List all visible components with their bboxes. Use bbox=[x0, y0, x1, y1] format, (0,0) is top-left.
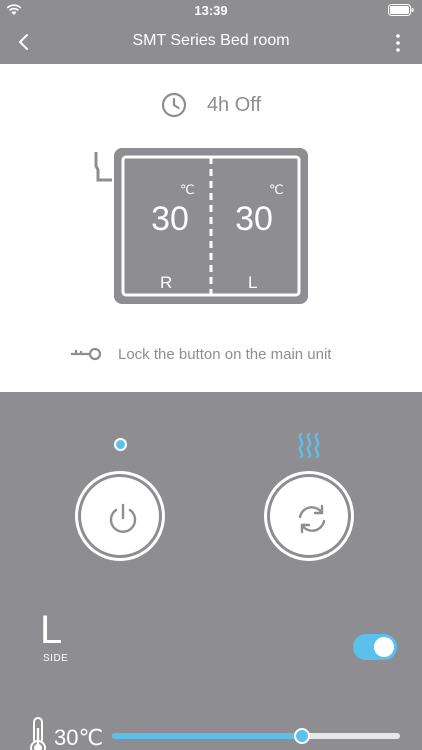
lock-label: Lock the button on the main unit bbox=[118, 345, 332, 363]
toggle-knob bbox=[374, 637, 394, 657]
temperature-slider[interactable] bbox=[112, 733, 400, 739]
right-side-temp: 30 bbox=[151, 200, 189, 238]
power-icon bbox=[109, 503, 137, 533]
right-side-unit: ℃ bbox=[180, 182, 195, 197]
back-arrow-icon[interactable] bbox=[12, 30, 36, 54]
side-toggle[interactable] bbox=[353, 634, 397, 660]
side-letter: L bbox=[40, 608, 63, 652]
right-side-label: R bbox=[160, 273, 173, 292]
cycle-mode-button[interactable] bbox=[267, 474, 351, 558]
temperature-setting: 30℃ bbox=[54, 725, 104, 750]
slider-thumb[interactable] bbox=[294, 728, 310, 744]
more-options-icon[interactable] bbox=[394, 31, 402, 55]
key-icon bbox=[71, 347, 102, 361]
slider-fill bbox=[112, 733, 302, 739]
side-label: SIDE bbox=[43, 653, 69, 664]
clock-icon bbox=[161, 92, 187, 118]
left-side-unit: ℃ bbox=[269, 182, 284, 197]
status-bar: 13:39 bbox=[0, 0, 422, 22]
timer-label: 4h Off bbox=[206, 93, 262, 116]
power-button[interactable] bbox=[78, 474, 162, 558]
left-side-label: L bbox=[248, 273, 258, 292]
lock-row[interactable]: Lock the button on the main unit bbox=[70, 344, 331, 364]
control-area bbox=[0, 392, 422, 750]
thermometer-icon bbox=[30, 717, 46, 750]
timer-row[interactable]: 4h Off bbox=[0, 92, 422, 118]
refresh-icon bbox=[298, 504, 326, 534]
left-side-temp: 30 bbox=[235, 200, 273, 238]
page-title: SMT Series Bed room bbox=[132, 32, 290, 49]
bed-diagram bbox=[94, 148, 308, 304]
battery-icon bbox=[388, 4, 414, 16]
status-panel: 4h Off 30 ℃ R 30 ℃ L Lock the button on … bbox=[0, 64, 422, 392]
status-time: 13:39 bbox=[194, 3, 228, 18]
heat-waves-icon bbox=[298, 432, 320, 458]
power-status-dot bbox=[114, 438, 127, 451]
nav-bar: SMT Series Bed room bbox=[0, 22, 422, 64]
